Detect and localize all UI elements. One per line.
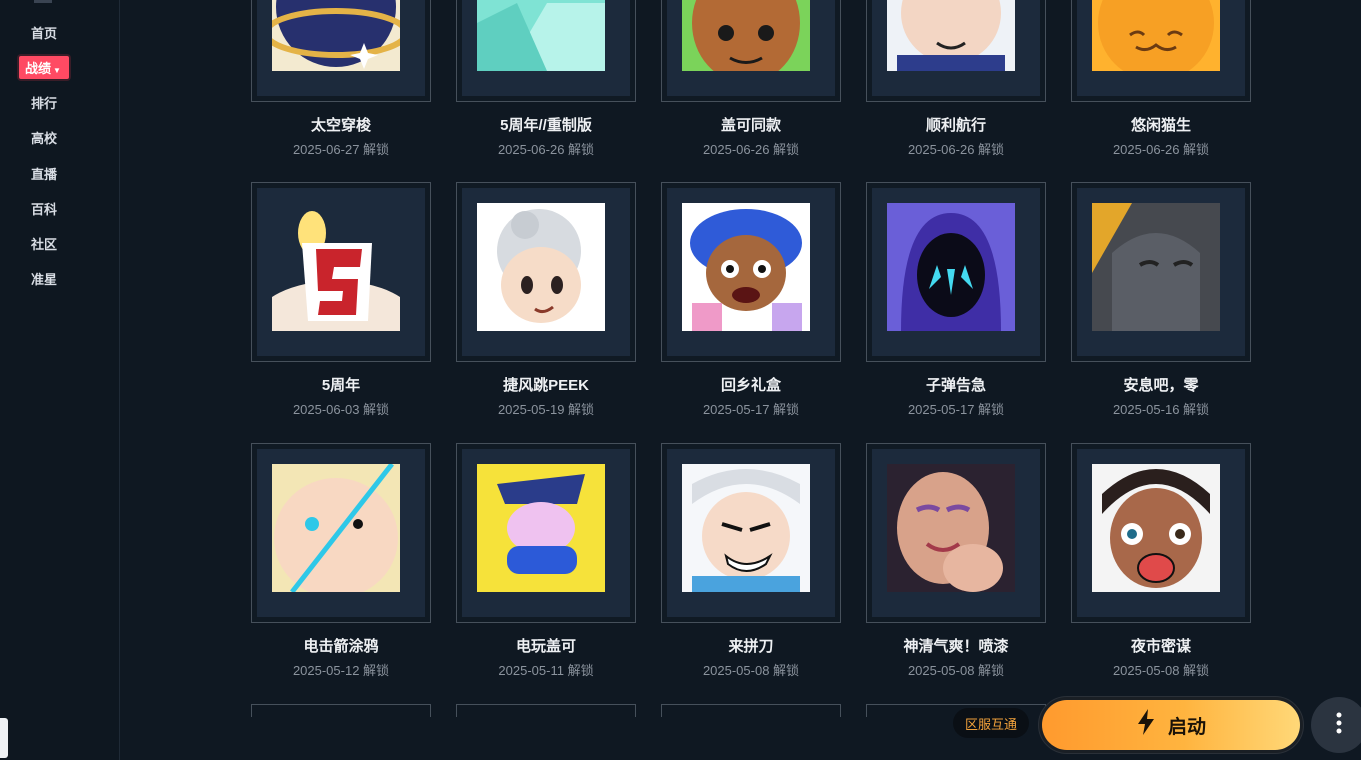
more-vertical-icon: [1336, 712, 1342, 739]
sidebar-item-live[interactable]: 直播: [0, 164, 88, 183]
spray-date: 2025-06-26 解锁: [1112, 142, 1210, 157]
crystal-art: [477, 0, 605, 71]
spray-title: 夜市密谋: [1130, 638, 1191, 655]
more-options-button[interactable]: [1311, 697, 1361, 753]
spray-date: 2025-05-08 解锁: [1112, 663, 1210, 678]
spray-title: 神清气爽！喷漆: [903, 638, 1009, 655]
sidebar-item-community[interactable]: 社区: [0, 234, 88, 253]
launch-label: 启动: [1167, 716, 1206, 738]
spray-date: 2025-06-26 解锁: [497, 142, 595, 157]
sidebar-scroll-stub: [34, 0, 52, 3]
sidebar-item-label: 首页: [30, 26, 57, 41]
spray-date: 2025-06-26 解锁: [907, 142, 1005, 157]
lightning-icon: [1136, 709, 1156, 741]
spray-date: 2025-06-27 解锁: [292, 142, 390, 157]
sidebar-item-rank[interactable]: 排行: [0, 93, 88, 112]
spray-title: 顺利航行: [925, 117, 986, 134]
sidebar-item-label: 社区: [30, 237, 57, 252]
spray-date: 2025-05-19 解锁: [497, 402, 595, 417]
sidebar-item-label: 排行: [30, 96, 57, 111]
spray-title: 安息吧，零: [1123, 377, 1199, 394]
sidebar-item-crosshair[interactable]: 准星: [0, 269, 88, 288]
smooth-sailing-art: [887, 0, 1015, 71]
spray-title: 5周年//重制版: [500, 117, 592, 134]
knife-fight-art: [682, 464, 810, 592]
spray-card-partial[interactable]: [251, 704, 431, 717]
collapse-handle[interactable]: [0, 718, 8, 758]
spray-date: 2025-05-08 解锁: [702, 663, 800, 678]
sidebar-item-label: 高校: [30, 131, 57, 146]
spray-date: 2025-05-11 解锁: [498, 663, 594, 678]
spray-title: 子弹告急: [925, 377, 986, 394]
active-tab-pill: 战绩 ▼: [19, 56, 69, 79]
spray-date: 2025-05-12 解锁: [292, 663, 390, 678]
spray-title: 电击箭涂鸦: [303, 638, 379, 655]
spray-title: 来拼刀: [728, 638, 774, 655]
sidebar-item-wiki[interactable]: 百科: [0, 199, 88, 218]
sidebar-item-record[interactable]: 战绩 ▼: [0, 56, 88, 79]
spray-card-partial[interactable]: [456, 704, 636, 717]
gamer-gekko-art: [477, 464, 605, 592]
sidebar-item-label: 准星: [30, 272, 57, 287]
spray-title: 盖可同款: [720, 117, 781, 134]
night-market-art: [1092, 464, 1220, 592]
spray-title: 回乡礼盒: [720, 377, 781, 394]
cat-art: [1092, 0, 1220, 71]
hooded-agent-art: [887, 203, 1015, 331]
gift-box-art: [682, 203, 810, 331]
region-interop-badge[interactable]: 区服互通: [953, 708, 1029, 738]
spray-date: 2025-05-16 解锁: [1112, 402, 1210, 417]
gekko-face-art: [682, 0, 810, 71]
birthday-candle-art: [272, 203, 400, 331]
spray-title: 电玩盖可: [515, 638, 576, 655]
sidebar-item-college[interactable]: 高校: [0, 128, 88, 147]
spray-title: 太空穿梭: [310, 117, 371, 134]
spray-date: 2025-06-03 解锁: [292, 402, 390, 417]
spray-title: 悠闲猫生: [1130, 117, 1191, 134]
refreshed-art: [887, 464, 1015, 592]
spray-date: 2025-05-17 解锁: [907, 402, 1005, 417]
spray-card-partial[interactable]: [661, 704, 841, 717]
sidebar-item-label: 战绩: [25, 61, 52, 76]
sidebar-item-home[interactable]: 首页: [0, 23, 88, 42]
sidebar-item-label: 直播: [30, 167, 57, 182]
spray-date: 2025-05-17 解锁: [702, 402, 800, 417]
chevron-down-icon: ▼: [53, 66, 61, 75]
jett-peek-art: [477, 203, 605, 331]
space-shuttle-art: [272, 0, 400, 71]
region-label: 区服互通: [964, 716, 1017, 732]
sidebar: 首页 战绩 ▼ 排行 高校 直播 百科 社区 准星: [0, 0, 120, 760]
spray-date: 2025-05-08 解锁: [907, 663, 1005, 678]
spray-title: 捷风跳PEEK: [503, 377, 589, 394]
spray-date: 2025-06-26 解锁: [702, 142, 800, 157]
shock-dart-art: [272, 464, 400, 592]
sidebar-item-label: 百科: [30, 202, 57, 217]
spray-title: 5周年: [321, 377, 361, 394]
launch-button[interactable]: 启动: [1038, 696, 1304, 754]
robot-art: [1092, 203, 1220, 331]
